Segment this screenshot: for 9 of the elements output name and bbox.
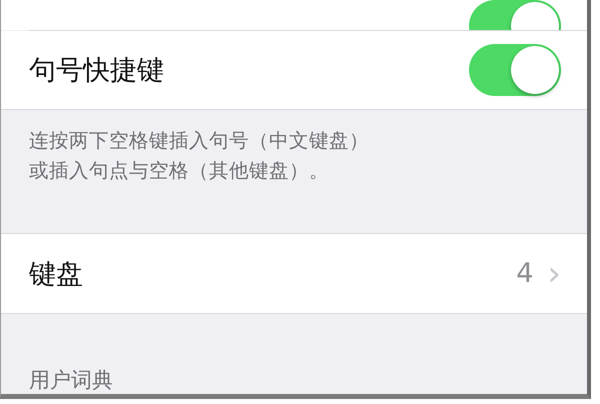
section-header: 用户词典 [29,368,113,392]
settings-row[interactable]: 键盘 4 › [1,233,587,314]
chevron-icon: › [547,254,561,294]
setting-label: 句号快捷键 [29,54,164,88]
toggle-switch[interactable] [469,44,561,96]
setting-label: 键盘 [29,258,83,292]
footnote-text: 或插入句点与空格（其他键盘）。 [29,158,329,184]
footnote-text: 连按两下空格键插入句号（中文键盘） [29,128,369,154]
count-value: 4 [516,258,534,289]
